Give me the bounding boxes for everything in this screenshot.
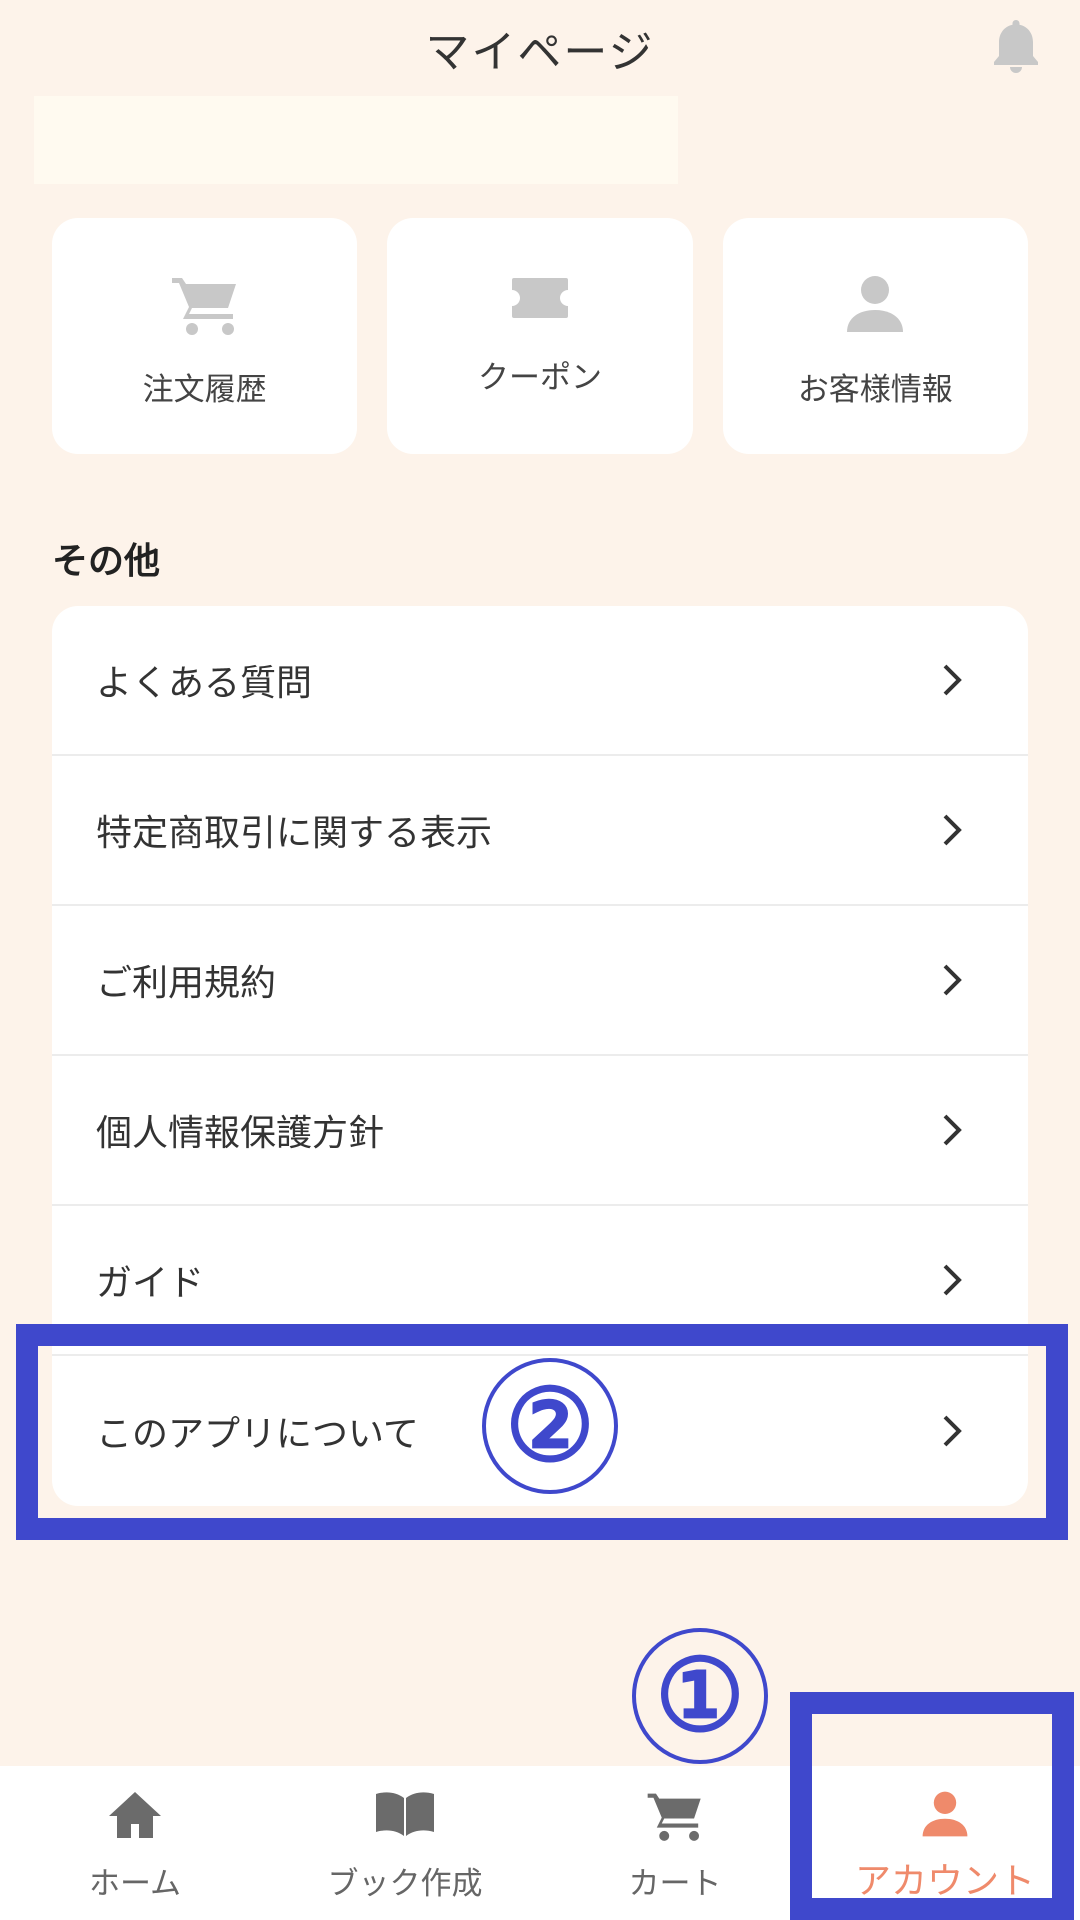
card-label: クーポン [477, 360, 602, 396]
banner-area [34, 96, 678, 184]
customer-info-card[interactable]: お客様情報 [722, 218, 1028, 454]
order-history-card[interactable]: 注文履歴 [52, 218, 358, 454]
cart-icon [647, 1793, 701, 1841]
book-icon [376, 1792, 434, 1836]
chevron-right-icon [943, 1264, 962, 1296]
menu-item-faq[interactable]: よくある質問 [52, 606, 1028, 756]
nav-label: カート [628, 1866, 722, 1902]
annotation-number-2: ② [482, 1358, 618, 1494]
nav-label: ブック作成 [327, 1866, 483, 1902]
nav-item-cart[interactable]: カート [540, 1766, 810, 1920]
nav-item-book-create[interactable]: ブック作成 [270, 1766, 540, 1920]
chevron-right-icon [943, 1114, 962, 1146]
nav-label: アカウント [854, 1861, 1035, 1902]
menu-item-commercial-law[interactable]: 特定商取引に関する表示 [52, 756, 1028, 906]
menu-item-label: このアプリについて [96, 1414, 419, 1455]
annotation-number-1: ① [632, 1628, 768, 1764]
menu-item-label: ガイド [96, 1263, 205, 1304]
person-icon [922, 1791, 968, 1837]
chevron-right-icon [943, 814, 962, 846]
menu-item-terms[interactable]: ご利用規約 [52, 906, 1028, 1056]
chevron-right-icon [943, 664, 962, 696]
chevron-right-icon [943, 1415, 962, 1447]
person-icon [847, 276, 904, 332]
menu-item-label: 特定商取引に関する表示 [96, 813, 493, 854]
section-title: その他 [52, 541, 161, 582]
menu-item-guide[interactable]: ガイド [52, 1206, 1028, 1356]
menu-item-label: ご利用規約 [96, 963, 277, 1004]
home-icon [109, 1792, 161, 1838]
quick-cards: 注文履歴 クーポン お客様情報 [52, 218, 1028, 454]
cart-icon [171, 278, 236, 335]
coupon-card[interactable]: クーポン [387, 218, 693, 454]
nav-label: ホーム [88, 1866, 182, 1902]
nav-item-account[interactable]: アカウント [810, 1766, 1080, 1920]
card-label: お客様情報 [797, 372, 953, 408]
nav-item-home[interactable]: ホーム [0, 1766, 270, 1920]
bell-icon[interactable] [990, 16, 1042, 74]
menu-item-privacy[interactable]: 個人情報保護方針 [52, 1056, 1028, 1206]
chevron-right-icon [943, 964, 962, 996]
header: マイページ [0, 0, 1080, 90]
menu-item-label: よくある質問 [96, 663, 313, 704]
menu-item-label: 個人情報保護方針 [96, 1113, 385, 1154]
ticket-icon [511, 278, 568, 318]
bottom-nav: ホーム ブック作成 カート アカウント [0, 1766, 1080, 1920]
card-label: 注文履歴 [142, 372, 267, 408]
page-title: マイページ [425, 27, 655, 78]
